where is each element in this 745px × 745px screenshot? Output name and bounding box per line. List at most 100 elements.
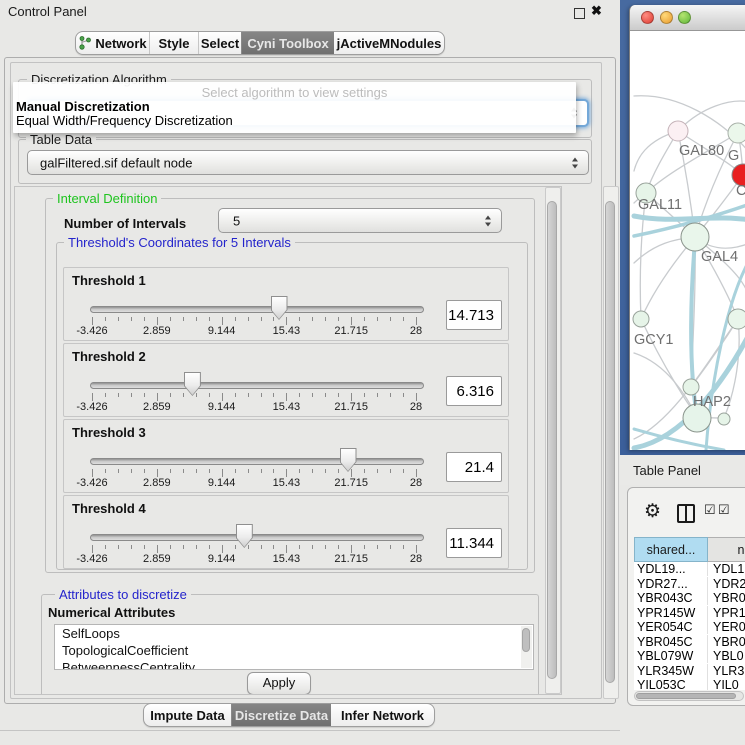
tick-label: 2.859 [143,325,171,337]
network-canvas[interactable]: GAL80GCGAL11GAL4GCY1HHAP2 [630,31,745,450]
tick-mark [299,317,300,321]
list-scrollbar-thumb[interactable] [522,628,530,652]
tab-infer-network[interactable]: Infer Network [331,704,434,726]
close-icon[interactable]: ✖ [591,3,602,19]
tick-mark [209,317,210,321]
column-header-name[interactable]: na [708,537,745,562]
tick-mark [261,545,262,549]
table-row[interactable]: YPR145WYPR1 [634,606,745,621]
slider-thumb-face [341,449,356,471]
threshold-4-panel: Threshold 4-3.4262.8599.14415.4321.71528… [63,495,509,569]
tick-mark [222,469,223,477]
apply-button[interactable]: Apply [247,672,311,695]
cell-shared-name[interactable]: YIL053C [634,678,708,690]
cell-name[interactable]: YBR0 [708,635,745,649]
gal80-node[interactable] [668,121,688,141]
table-row[interactable]: YER054CYER0 [634,620,745,635]
table-row[interactable]: YBR043CYBR0 [634,591,745,606]
horizontal-scrollbar[interactable] [634,691,744,701]
cell-shared-name[interactable]: YLR345W [634,664,708,678]
tab-impute-data[interactable]: Impute Data [144,704,231,726]
threshold-value-field[interactable]: 21.4 [446,452,502,482]
tick-mark [338,469,339,473]
panel-scrollbar[interactable] [603,186,619,699]
threshold-value-field[interactable]: 11.344 [446,528,502,558]
tick-mark [403,469,404,473]
cell-name[interactable]: YBL0 [708,649,744,663]
cell-shared-name[interactable]: YBR043C [634,591,708,605]
table-row[interactable]: YDL19...YDL1 [634,562,745,577]
hap2-node[interactable] [683,379,699,395]
slider-track[interactable] [90,382,424,389]
bottom-small-node[interactable] [718,413,730,425]
attribute-item-selfloops[interactable]: SelfLoops [55,625,533,642]
network-window-titlebar[interactable] [630,5,745,31]
tick-mark [338,545,339,549]
float-window-icon[interactable] [574,8,585,19]
slider-track[interactable] [90,306,424,313]
cell-shared-name[interactable]: YPR145W [634,606,708,620]
tick-mark [92,393,93,401]
slider-track[interactable] [90,534,424,541]
horizontal-scrollbar-thumb[interactable] [636,693,736,699]
numerical-attributes-list[interactable]: SelfLoopsTopologicalCoefficientBetweenne… [54,624,534,670]
attribute-item-betweennesscentrality[interactable]: BetweennessCentrality [55,659,533,670]
table-data-combobox[interactable]: galFiltered.sif default node [27,150,589,175]
slider-track[interactable] [90,458,424,465]
cell-name[interactable]: YBR0 [708,591,745,605]
tick-label: -3.426 [76,401,107,413]
tab-jactivemnodules[interactable]: jActiveMNodules [334,32,444,54]
cell-name[interactable]: YER0 [708,620,745,634]
split-view-icon[interactable] [677,504,695,523]
tick-mark [273,317,274,321]
list-scrollbar[interactable] [521,626,532,668]
number-of-intervals-combobox[interactable]: 5 [218,208,502,233]
tick-mark [351,317,352,325]
viewport-scrollbar-thumb[interactable] [547,201,557,679]
tab-select[interactable]: Select [198,32,241,54]
algorithm-option-equal-width-frequency-discretization[interactable]: Equal Width/Frequency Discretization [16,113,233,128]
table-row[interactable]: YDR27...YDR2 [634,577,745,592]
thresholds-group-title: Threshold's Coordinates for 5 Intervals [64,235,295,250]
close-traffic-light-icon[interactable] [641,11,654,24]
table-row[interactable]: YLR345WYLR3 [634,664,745,679]
checkbox-icon[interactable]: ☑ [718,502,730,518]
network-view-window[interactable]: GAL80GCGAL11GAL4GCY1HHAP2 [629,5,745,450]
cell-name[interactable]: YPR1 [708,606,745,620]
cell-shared-name[interactable]: YBR045C [634,635,708,649]
gcy1-node[interactable] [633,311,649,327]
tick-mark [390,545,391,549]
tab-network[interactable]: Network [76,32,149,54]
cell-name[interactable]: YIL0 [708,678,739,690]
tab-cyni-toolbox[interactable]: Cyni Toolbox [241,32,334,54]
tick-mark [364,393,365,397]
gal4-node[interactable] [681,223,709,251]
tab-discretize-data[interactable]: Discretize Data [231,704,331,726]
table-row[interactable]: YBL079WYBL0 [634,649,745,664]
tab-style[interactable]: Style [149,32,198,54]
cell-name[interactable]: YLR3 [708,664,744,678]
table-row[interactable]: YBR045CYBR0 [634,635,745,650]
column-header-shared-name[interactable]: shared... [634,537,708,562]
h-node[interactable] [728,309,745,329]
cell-shared-name[interactable]: YDL19... [634,562,708,576]
top-right-node[interactable] [728,123,745,143]
minimize-traffic-light-icon[interactable] [660,11,673,24]
attribute-item-topologicalcoefficient[interactable]: TopologicalCoefficient [55,642,533,659]
algorithm-option-manual-discretization[interactable]: Manual Discretization [16,99,150,114]
cell-name[interactable]: YDR2 [708,577,745,591]
checkbox-icon[interactable]: ☑ [704,502,716,518]
tick-mark [403,545,404,549]
table-row[interactable]: YIL053CYIL0 [634,678,745,690]
panel-scrollbar-thumb[interactable] [605,201,615,683]
cell-shared-name[interactable]: YBL079W [634,649,708,663]
threshold-value-field[interactable]: 14.713 [446,300,502,330]
tick-label: 15.43 [273,325,301,337]
threshold-value-field[interactable]: 6.316 [446,376,502,406]
viewport-scrollbar[interactable] [545,187,561,694]
cell-name[interactable]: YDL1 [708,562,744,576]
cell-shared-name[interactable]: YDR27... [634,577,708,591]
gear-icon[interactable]: ⚙ [644,500,661,523]
cell-shared-name[interactable]: YER054C [634,620,708,634]
zoom-traffic-light-icon[interactable] [678,11,691,24]
